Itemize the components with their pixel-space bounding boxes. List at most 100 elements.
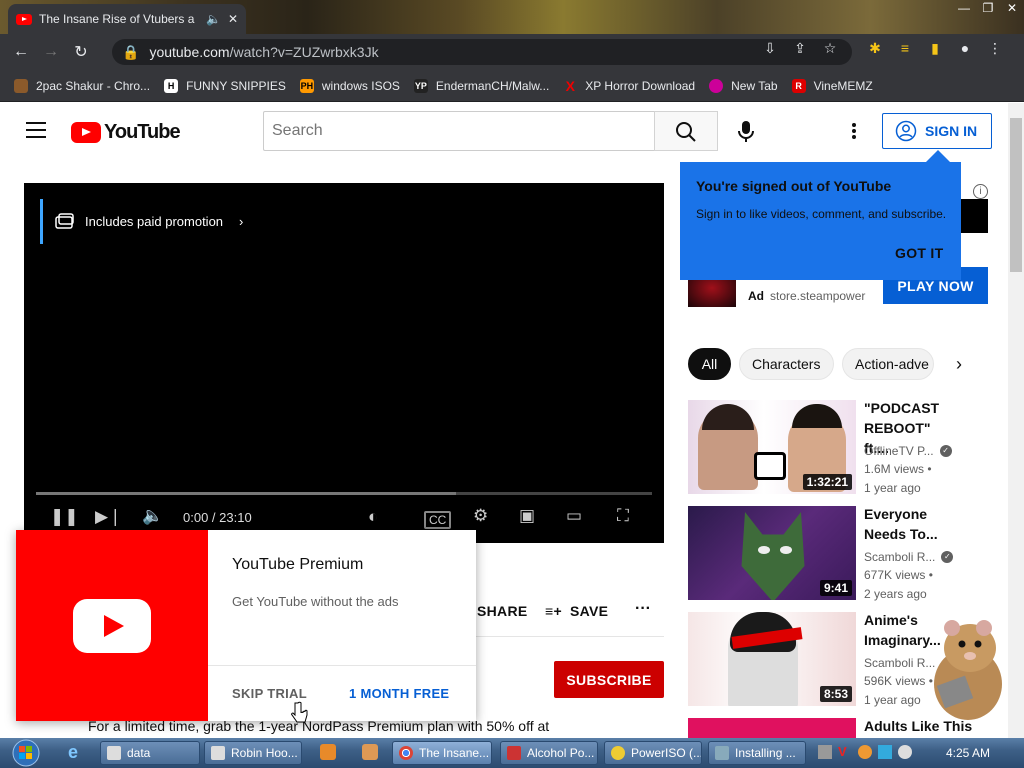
scrollbar-thumb[interactable] (1010, 118, 1022, 272)
ad-domain: store.steampower (770, 289, 866, 303)
profile-avatar-icon[interactable]: ● (950, 40, 980, 57)
more-actions-icon[interactable]: ··· (635, 600, 651, 618)
url-path: /watch?v=ZUZwrbxk3Jk (229, 44, 379, 60)
app-icon[interactable] (362, 744, 378, 760)
search-input[interactable] (263, 111, 655, 151)
taskbar-item[interactable]: PowerISO (... (604, 741, 702, 765)
pause-icon[interactable]: ❚❚ (50, 507, 79, 527)
hamburger-menu-icon[interactable] (26, 122, 46, 138)
back-icon[interactable]: ← (6, 43, 36, 61)
save-label: SAVE (569, 603, 609, 619)
video-title[interactable]: Everyone Needs To... (864, 504, 956, 544)
extensions-puzzle-icon[interactable]: ✱ (860, 40, 890, 57)
2pac-icon (14, 78, 28, 93)
channel-name[interactable]: Scamboli R... ✓ (864, 550, 954, 564)
tray-app-icon[interactable] (818, 745, 832, 759)
url-domain: youtube.com (149, 44, 230, 60)
tooltip-title: You're signed out of YouTube (696, 178, 892, 194)
tray-icons: V (818, 745, 912, 759)
autoplay-toggle-icon[interactable]: ◐ (368, 507, 378, 527)
paid-promotion-icon (55, 212, 74, 229)
chevron-right-icon[interactable]: › (956, 354, 962, 375)
tab-close-icon[interactable]: ✕ (228, 12, 238, 26)
video-thumbnail[interactable]: 8:53 (688, 612, 856, 706)
browser-tab-active[interactable]: The Insane Rise of Vtubers a 🔈 ✕ (8, 4, 246, 34)
miniplayer-icon[interactable]: ▣ (519, 506, 535, 526)
captions-icon[interactable]: CC (424, 511, 452, 529)
next-video-icon[interactable]: ▶❘ (95, 507, 122, 527)
tray-volume-icon[interactable] (898, 745, 912, 759)
sign-in-button[interactable]: SIGN IN (882, 113, 992, 149)
taskbar-item-active[interactable]: The Insane... (392, 741, 492, 765)
info-icon[interactable]: i (973, 184, 988, 199)
youtube-logo[interactable]: YouTube (71, 121, 181, 144)
tooltip-body: Sign in to like videos, comment, and sub… (696, 207, 947, 221)
taskbar-item[interactable]: Alcohol Po... (500, 741, 598, 765)
tray-search-icon[interactable] (858, 745, 872, 759)
address-bar[interactable]: 🔒 youtube.com/watch?v=ZUZwrbxk3Jk (112, 39, 852, 65)
bookmark-item[interactable]: H FUNNY SNIPPIES (164, 78, 286, 93)
maximize-icon[interactable]: ❐ (976, 0, 1000, 18)
bookmark-item[interactable]: X XP Horror Download (563, 77, 696, 94)
poweriso-icon (611, 746, 625, 760)
search-button[interactable] (654, 111, 718, 151)
minimize-icon[interactable]: — (952, 0, 976, 18)
bookmark-item[interactable]: R VineMEMZ (791, 78, 873, 93)
gear-icon[interactable]: ⚙ (473, 506, 488, 526)
bookmark-item[interactable]: 2pac Shakur - Chro... (14, 78, 150, 93)
youtube-play-button-icon (73, 598, 151, 653)
tray-v-icon[interactable]: V (838, 745, 852, 759)
save-button[interactable]: ≡+ SAVE (545, 603, 608, 619)
close-window-icon[interactable]: ✕ (1000, 0, 1024, 18)
extension-area: ✱ ≡ ▮ ● ⋮ (860, 40, 1010, 57)
got-it-button[interactable]: GOT IT (895, 245, 943, 261)
video-progress-bar[interactable] (36, 492, 652, 495)
tray-network-icon[interactable] (878, 745, 892, 759)
start-button-icon[interactable] (4, 738, 44, 768)
reload-icon[interactable]: ↻ (66, 42, 96, 62)
alcohol-icon (507, 746, 521, 760)
forward-icon[interactable]: → (36, 43, 66, 61)
media-player-icon[interactable] (320, 744, 336, 760)
bookmark-star-icon[interactable]: ☆ (815, 40, 845, 57)
video-duration: 1:32:21 (802, 474, 852, 490)
chip-all[interactable]: All (688, 348, 731, 380)
bookmark-item[interactable]: PH windows ISOS (299, 78, 400, 93)
bookmark-item[interactable]: New Tab (709, 78, 778, 93)
bookmark-item[interactable]: YP EndermanCH/Malw... (413, 78, 549, 93)
search-icon (676, 122, 696, 142)
hamster-sticker-image (934, 620, 1002, 720)
settings-more-icon[interactable] (846, 121, 862, 141)
chevron-right-icon: › (239, 214, 244, 229)
microphone-icon[interactable] (734, 119, 758, 143)
video-thumbnail[interactable]: 1:32:21 (688, 400, 856, 494)
channel-name[interactable]: OfflineTV P... ✓ (864, 444, 952, 458)
taskbar-item[interactable]: Installing ... (708, 741, 806, 765)
video-thumbnail[interactable]: 9:41 (688, 506, 856, 600)
chrome-menu-icon[interactable]: ⋮ (980, 40, 1010, 57)
media-queue-icon[interactable]: ≡ (890, 40, 920, 57)
theater-mode-icon[interactable]: ▭ (566, 506, 582, 526)
chrome-icon (399, 746, 413, 760)
internet-explorer-icon[interactable]: e (68, 742, 78, 763)
tab-audio-icon[interactable]: 🔈 (206, 12, 221, 26)
volume-icon[interactable]: 🔈 (142, 506, 163, 526)
share-page-icon[interactable]: ⇪ (785, 40, 815, 57)
subscribe-button[interactable]: SUBSCRIBE (554, 661, 664, 698)
taskbar-item[interactable]: data (100, 741, 200, 765)
month-free-button[interactable]: 1 MONTH FREE (349, 686, 449, 701)
x-icon: X (565, 77, 575, 94)
paid-promotion-banner[interactable]: Includes paid promotion › (40, 199, 243, 244)
install-app-icon[interactable]: ⇩ (755, 40, 785, 57)
ad-image[interactable] (958, 199, 988, 233)
video-thumbnail[interactable] (688, 718, 856, 738)
sidepanel-icon[interactable]: ▮ (920, 40, 950, 57)
video-age: 2 years ago (864, 587, 927, 601)
chip-action-adventure[interactable]: Action-adve (842, 348, 934, 380)
premium-title: YouTube Premium (232, 556, 364, 573)
chip-characters[interactable]: Characters (739, 348, 834, 380)
fullscreen-icon[interactable]: ⛶ (617, 506, 629, 526)
taskbar-item[interactable]: Robin Hoo... (204, 741, 302, 765)
share-button[interactable]: SHARE (477, 603, 528, 619)
skip-trial-button[interactable]: SKIP TRIAL (232, 686, 307, 701)
